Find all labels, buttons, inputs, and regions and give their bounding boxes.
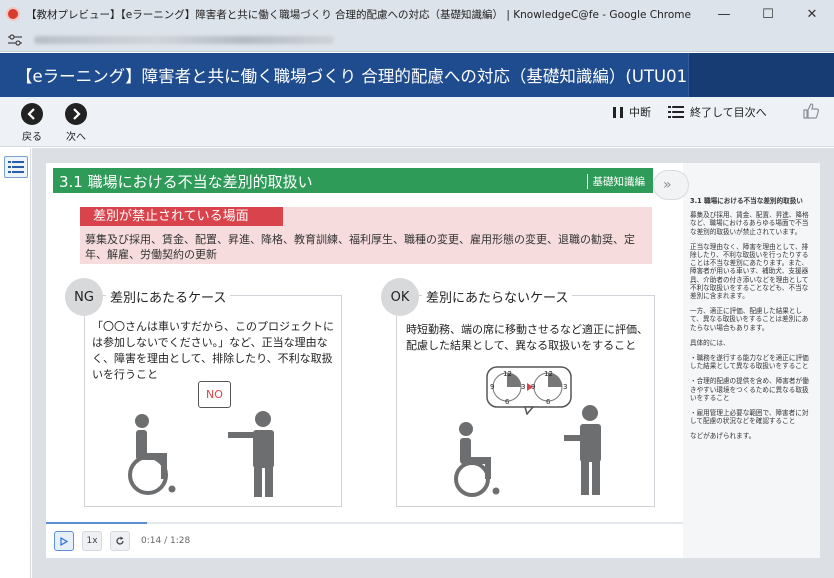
notes-paragraph: 具体的には、: [690, 338, 730, 347]
finish-label: 終了して目次へ: [690, 106, 767, 119]
notes-paragraph: 3.1 職場における不当な差別的取扱い: [690, 197, 803, 205]
back-button[interactable]: 戻る: [12, 103, 52, 143]
ng-badge: NG: [65, 278, 103, 316]
play-button[interactable]: [54, 531, 74, 551]
notes-paragraph: ・合理的配慮の提供を含め、障害者が働きやすい環境をつくるために異なる取扱いをする…: [690, 377, 809, 402]
notes-paragraph: ・職務を遂行する能力などを適正に評価した結果として異なる取扱いをすること: [690, 354, 809, 371]
window-title: 【教材プレビュー】【eラーニング】障害者と共に働く職場づくり 合理的配慮への対応…: [26, 8, 691, 21]
prohibited-scenes-label: 差別が禁止されている場面: [80, 207, 283, 226]
clock-number: 3: [563, 383, 568, 391]
wheelchair-user-icon: [454, 422, 500, 497]
pause-button[interactable]: 中断: [613, 104, 651, 120]
notes-paragraph: 募集及び採用、賃金、配置、昇進、降格など、職場におけるあらゆる場面で不当な差別的…: [690, 211, 809, 236]
notes-paragraph: 一方、適正に評価、配慮した結果として、異なる取扱いをすることは差別にあたらない場…: [690, 307, 809, 332]
ng-case-text: 「〇〇さんは車いすだから、このプロジェクトには参加しないでください。」など、正当…: [92, 320, 334, 381]
toc-list-icon: [668, 106, 684, 118]
progress-fill: [46, 522, 148, 524]
header-logo-area: [688, 53, 834, 97]
clock-number: 9: [531, 383, 536, 391]
progress-track[interactable]: [46, 522, 683, 524]
replay-button[interactable]: [110, 531, 130, 551]
notes-paragraph: などがあげられます。: [690, 432, 756, 441]
ok-illustration: [454, 405, 601, 497]
playback-time: 0:14 / 1:28: [141, 536, 191, 546]
pointing-person-icon: [228, 411, 274, 497]
section-tag: 基礎知識編: [586, 174, 645, 189]
pause-label: 中断: [629, 106, 651, 119]
chevron-left-icon: [21, 103, 43, 125]
toolbar: 戻る 次へ 中断 終了して目次へ: [0, 97, 834, 147]
prohibited-scenes-text: 募集及び採用、賃金、配置、昇進、降格、教育訓練、福利厚生、職種の変更、雇用形態の…: [85, 233, 635, 261]
left-rail: [0, 148, 31, 578]
notes-panel[interactable]: 3.1 職場における不当な差別的取扱い 募集及び採用、賃金、配置、昇進、降格など…: [683, 163, 820, 558]
ok-case-text: 時短勤務、端の席に移動させるなど適正に評価、配慮した結果として、異なる取扱いをす…: [406, 323, 648, 352]
clock-number: 12: [503, 370, 512, 378]
next-label: 次へ: [66, 132, 86, 143]
speed-button[interactable]: 1x: [82, 531, 102, 551]
finish-to-toc-button[interactable]: 終了して目次へ: [668, 104, 767, 120]
minimize-button[interactable]: —: [702, 0, 746, 28]
ok-case-title: 差別にあたらないケース: [422, 287, 573, 306]
list-icon: [8, 161, 24, 173]
collapse-notes-button[interactable]: »: [653, 170, 689, 200]
window-controls: — ☐ ✕: [702, 0, 834, 28]
ng-illustration: [128, 411, 274, 497]
course-title: 【eラーニング】障害者と共に働く職場づくり 合理的配慮への対応（基礎知識編）(U…: [16, 67, 707, 86]
pause-icon: [613, 106, 623, 118]
wheelchair-user-icon: [128, 414, 176, 495]
presenting-person-icon: [564, 405, 601, 495]
notes-paragraph: ・雇用管理上必要な範囲で、障害者に対して配慮の状況などを確認すること: [690, 409, 809, 426]
clock-number: 9: [490, 383, 495, 391]
menu-list-button[interactable]: [4, 156, 28, 178]
address-bar: [0, 28, 834, 52]
no-speech-bubble: NO: [198, 381, 231, 408]
chevron-right-icon: [65, 103, 87, 125]
course-header: 【eラーニング】障害者と共に働く職場づくり 合理的配慮への対応（基礎知識編）(U…: [0, 53, 834, 97]
ok-badge: OK: [381, 278, 419, 316]
back-label: 戻る: [22, 132, 42, 143]
play-icon: [60, 536, 68, 546]
double-chevron-right-icon: »: [663, 177, 672, 193]
thumbs-up-icon[interactable]: [802, 102, 820, 120]
section-title: 3.1 職場における不当な差別的取扱い: [59, 173, 313, 191]
close-window-button[interactable]: ✕: [790, 0, 834, 28]
site-settings-icon[interactable]: [8, 33, 22, 46]
url-blurred: [34, 35, 334, 44]
notes-paragraph: 正当な理由なく、障害を理由として、排除したり、不利な取扱いを行ったりすることは不…: [690, 242, 809, 301]
app-icon: [6, 7, 20, 21]
clock-number: 3: [521, 383, 526, 391]
replay-icon: [116, 536, 124, 545]
clock-number: 12: [544, 370, 553, 378]
section-header: 3.1 職場における不当な差別的取扱い 基礎知識編: [53, 168, 653, 193]
next-button[interactable]: 次へ: [56, 103, 96, 143]
maximize-button[interactable]: ☐: [746, 0, 790, 28]
ng-case-title: 差別にあたるケース: [106, 287, 231, 306]
browser-titlebar: 【教材プレビュー】【eラーニング】障害者と共に働く職場づくり 合理的配慮への対応…: [0, 0, 834, 28]
